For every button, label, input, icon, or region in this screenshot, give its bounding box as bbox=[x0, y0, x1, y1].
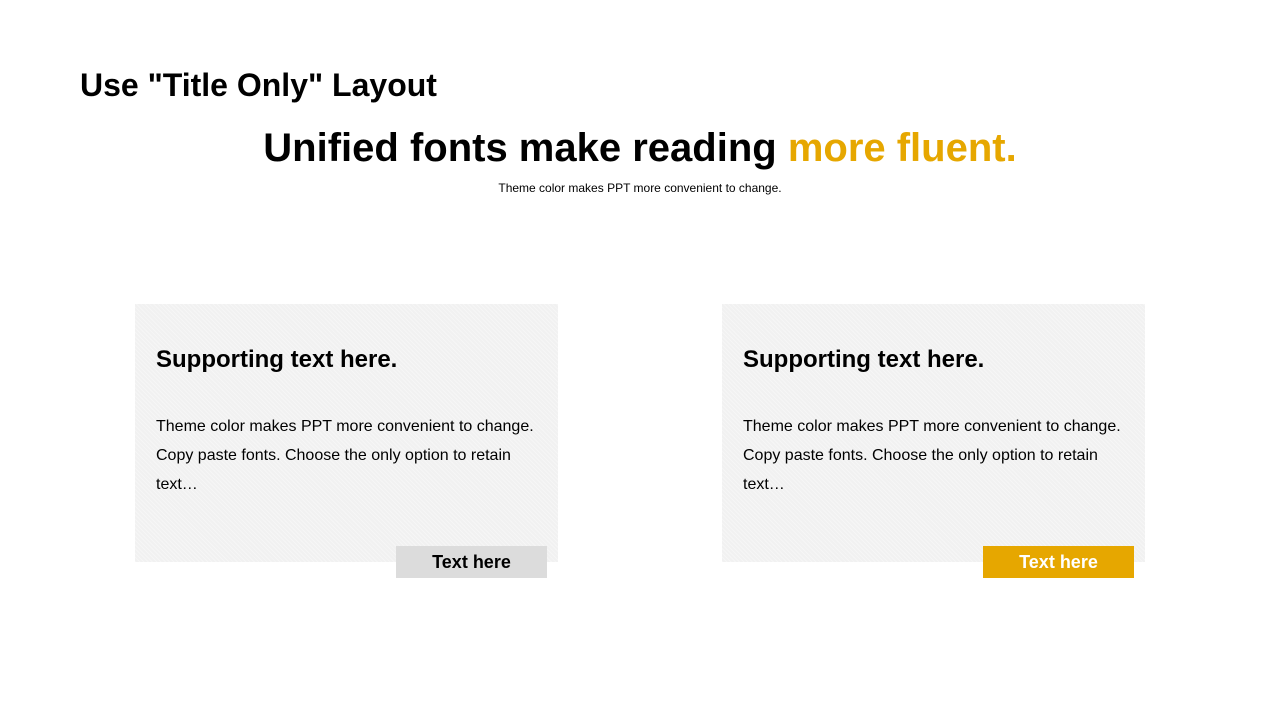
card-tag-left: Text here bbox=[396, 546, 547, 578]
supporting-card-right: Supporting text here. Theme color makes … bbox=[722, 304, 1145, 562]
headline-accent: more fluent. bbox=[787, 126, 1017, 170]
subtitle: Theme color makes PPT more convenient to… bbox=[498, 181, 782, 195]
card-body: Theme color makes PPT more convenient to… bbox=[156, 418, 534, 493]
card-tag-right: Text here bbox=[983, 546, 1134, 578]
card-heading: Supporting text here. bbox=[743, 346, 985, 373]
card-heading: Supporting text here. bbox=[156, 346, 398, 373]
slide-title: Use "Title Only" Layout bbox=[80, 67, 437, 103]
card-body: Theme color makes PPT more convenient to… bbox=[743, 418, 1121, 493]
headline-main: Unified fonts make reading bbox=[263, 126, 788, 170]
supporting-card-left: Supporting text here. Theme color makes … bbox=[135, 304, 558, 562]
headline: Unified fonts make reading more fluent. bbox=[0, 123, 1280, 173]
